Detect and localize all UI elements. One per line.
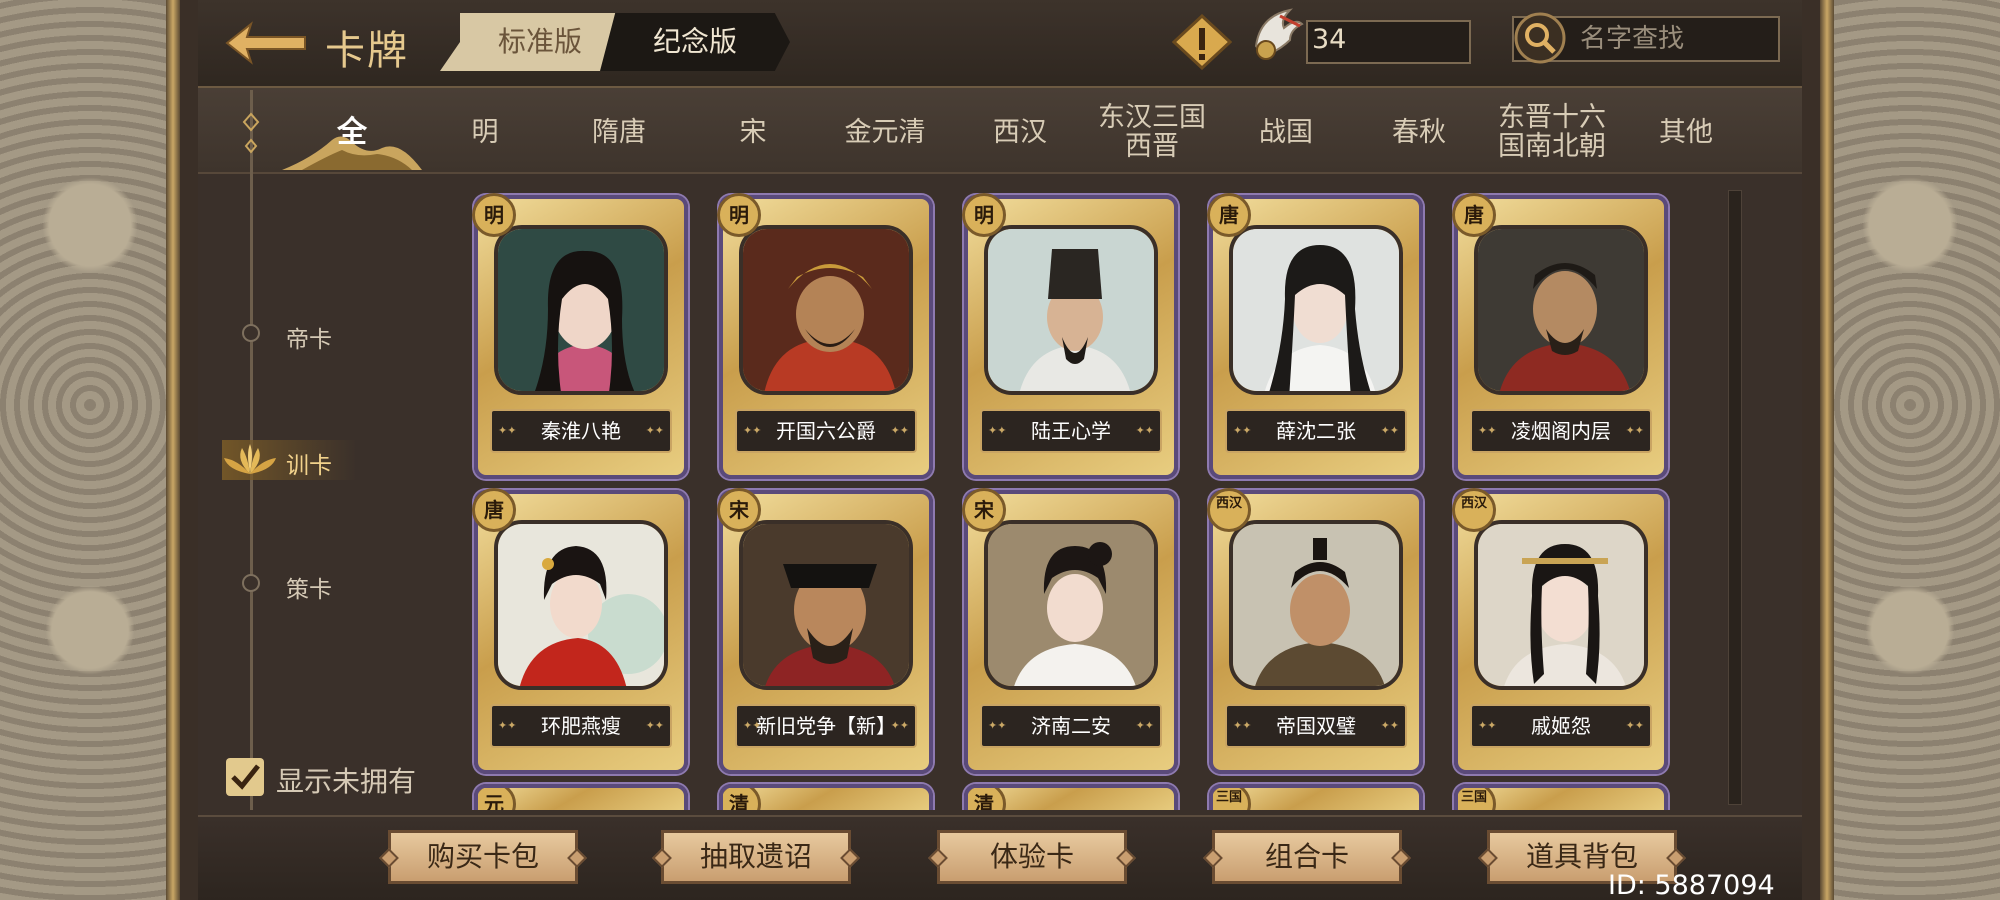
card-item[interactable]: 唐 凌烟阁内层 [1452, 193, 1668, 479]
card-portrait [739, 225, 913, 395]
card-item-partial[interactable]: 清 [719, 784, 933, 810]
card-item[interactable]: 唐 薛沈二张 [1207, 193, 1423, 479]
card-name: 陆王心学 [980, 409, 1162, 453]
warning-icon[interactable] [1171, 13, 1233, 71]
card-item-partial[interactable]: 清 [964, 784, 1178, 810]
tab-eastern-jin-southern-northern[interactable]: 东晋十六 国南北朝 [1487, 100, 1617, 164]
side-menu-training-cards[interactable]: 训卡 [286, 446, 332, 480]
tab-other[interactable]: 其他 [1621, 100, 1751, 164]
trial-card-button[interactable]: 体验卡 [937, 830, 1127, 884]
card-item[interactable]: 明 开国六公爵 [717, 193, 933, 479]
right-dragon-panel [1820, 0, 2000, 900]
card-portrait [1474, 225, 1648, 395]
tab-jin-yuan-qing[interactable]: 金元清 [820, 100, 950, 164]
card-item-partial[interactable]: 三国 [1209, 784, 1423, 810]
dynasty-badge: 三国 [1458, 788, 1496, 810]
dynasty-badge: 明 [717, 193, 761, 237]
side-menu-dot [242, 324, 260, 342]
checkmark-icon [231, 764, 260, 790]
card-portrait [739, 520, 913, 690]
page-title: 卡牌 [325, 28, 409, 74]
back-arrow-button[interactable] [225, 18, 307, 68]
card-portrait [984, 225, 1158, 395]
card-portrait [1229, 225, 1403, 395]
card-grid-scrollbar[interactable] [1728, 190, 1742, 805]
card-portrait [494, 225, 668, 395]
tab-eastern-han-three-kingdoms[interactable]: 东汉三国 西晋 [1087, 100, 1217, 164]
show-unowned-label: 显示未拥有 [276, 765, 417, 798]
tab-ming[interactable]: 明 [420, 100, 550, 164]
user-id-label: ID: 5887094 [1608, 870, 1775, 900]
dynasty-badge: 宋 [962, 488, 1006, 532]
card-item[interactable]: 明 陆王心学 [962, 193, 1178, 479]
card-name: 新旧党争【新】 [735, 704, 917, 748]
search-input[interactable] [1580, 22, 1770, 56]
dynasty-badge: 西汉 [1452, 488, 1496, 532]
dynasty-badge: 唐 [1452, 193, 1496, 237]
card-item-partial[interactable]: 三国 [1454, 784, 1668, 810]
card-portrait [494, 520, 668, 690]
tab-warring-states[interactable]: 战国 [1221, 100, 1351, 164]
tab-sui-tang[interactable]: 隋唐 [554, 100, 684, 164]
card-item[interactable]: 西汉 戚姬怨 [1452, 488, 1668, 774]
card-grid: 明 秦淮八艳 明 开国六公爵 明 陆王心学 [470, 180, 1670, 810]
tab-memorial-edition[interactable]: 纪念版 [600, 13, 790, 71]
tab-spring-autumn[interactable]: 春秋 [1354, 100, 1484, 164]
card-name: 凌烟阁内层 [1470, 409, 1652, 453]
card-portrait [984, 520, 1158, 690]
tab-song[interactable]: 宋 [688, 100, 818, 164]
side-menu-dot [242, 574, 260, 592]
side-menu-strategy-cards[interactable]: 策卡 [286, 570, 332, 604]
dynasty-badge: 元 [478, 788, 516, 810]
card-name: 秦淮八艳 [490, 409, 672, 453]
dynasty-badge: 唐 [1207, 193, 1251, 237]
dynasty-badge: 清 [723, 788, 761, 810]
side-menu-emperor-cards[interactable]: 帝卡 [286, 320, 332, 354]
dynasty-badge: 唐 [472, 488, 516, 532]
buy-card-pack-button[interactable]: 购买卡包 [388, 830, 578, 884]
combo-card-button[interactable]: 组合卡 [1212, 830, 1402, 884]
card-item-partial[interactable]: 元 [474, 784, 688, 810]
dynasty-badge: 宋 [717, 488, 761, 532]
card-name: 开国六公爵 [735, 409, 917, 453]
card-item[interactable]: 西汉 帝国双璧 [1207, 488, 1423, 774]
card-name: 环肥燕瘦 [490, 704, 672, 748]
card-name: 济南二安 [980, 704, 1162, 748]
card-item[interactable]: 宋 新旧党争【新】 [717, 488, 933, 774]
arrow-left-icon [225, 21, 306, 65]
card-item[interactable]: 唐 环肥燕瘦 [472, 488, 688, 774]
lotus-icon [224, 444, 276, 474]
dynasty-badge: 清 [968, 788, 1006, 810]
card-name: 薛沈二张 [1225, 409, 1407, 453]
feather-helmet-icon [1250, 6, 1308, 66]
card-portrait [1229, 520, 1403, 690]
card-name: 帝国双璧 [1225, 704, 1407, 748]
dynasty-badge: 西汉 [1207, 488, 1251, 532]
dynasty-badge: 三国 [1213, 788, 1251, 810]
tab-western-han[interactable]: 西汉 [955, 100, 1085, 164]
dynasty-badge: 明 [472, 193, 516, 237]
card-portrait [1474, 520, 1648, 690]
diamond-ornament-icon [242, 112, 260, 154]
show-unowned-checkbox[interactable] [226, 758, 264, 796]
draw-edict-button[interactable]: 抽取遗诏 [661, 830, 851, 884]
card-name: 戚姬怨 [1470, 704, 1652, 748]
tab-all[interactable]: 全 [287, 100, 417, 164]
currency-amount: 34 [1312, 24, 1347, 55]
dynasty-badge: 明 [962, 193, 1006, 237]
card-item[interactable]: 明 秦淮八艳 [472, 193, 688, 479]
card-item[interactable]: 宋 济南二安 [962, 488, 1178, 774]
search-icon[interactable] [1512, 10, 1568, 66]
left-dragon-panel [0, 0, 180, 900]
